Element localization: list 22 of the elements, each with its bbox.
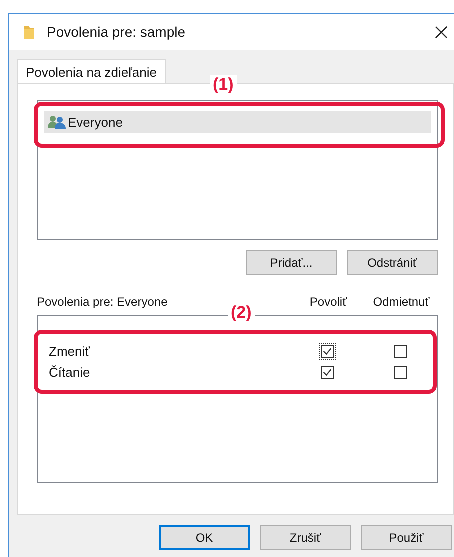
allow-checkbox[interactable] — [321, 366, 334, 379]
dialog-button[interactable]: Použiť — [361, 525, 452, 550]
deny-checkbox[interactable] — [394, 366, 407, 379]
user-name: Everyone — [68, 114, 123, 130]
column-header: Povoliť — [308, 295, 348, 309]
permission-name: Čítanie — [49, 365, 92, 380]
dialog-button[interactable]: OK — [159, 525, 250, 550]
list-item[interactable]: Everyone — [44, 111, 431, 133]
column-header: Odmietnuť — [372, 295, 431, 309]
close-icon[interactable] — [435, 26, 448, 38]
dialog-button[interactable]: Zrušiť — [260, 525, 351, 550]
window-title: Povolenia pre: sample — [47, 24, 187, 40]
permission-name: Zmeniť — [49, 344, 92, 359]
callout-label: (2) — [228, 303, 255, 323]
permissions-label: Povolenia pre: Everyone — [37, 295, 169, 309]
folder-icon — [23, 24, 35, 40]
tab[interactable]: Povolenia na zdieľanie — [17, 59, 166, 84]
users-icon — [48, 115, 66, 129]
dialog-button[interactable]: Pridať... — [246, 250, 337, 275]
dialog-button[interactable]: Odstrániť — [347, 250, 438, 275]
callout-label: (1) — [210, 75, 237, 95]
deny-checkbox[interactable] — [394, 345, 407, 358]
